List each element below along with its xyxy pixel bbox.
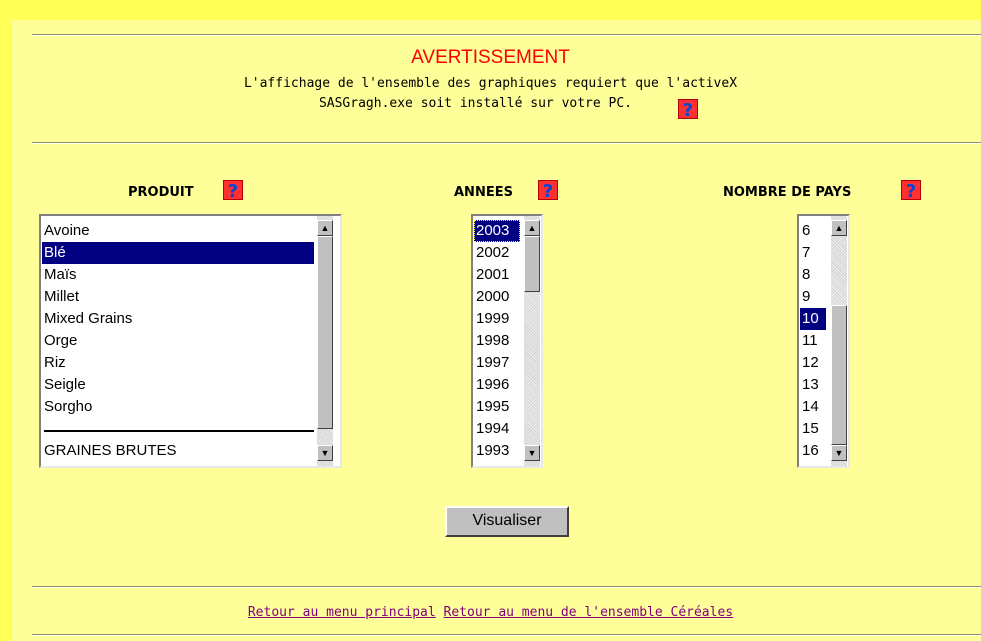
annees-item[interactable]: 2002: [474, 242, 520, 264]
divider-middle: [32, 142, 981, 144]
pays-scrollbar[interactable]: ▲ ▼: [831, 216, 847, 466]
annees-listbox[interactable]: 2003 2002 2001 2000 1999 1998 1997 1996 1995 1994…: [471, 214, 543, 468]
pays-item[interactable]: 15: [800, 418, 826, 440]
help-produit-icon[interactable]: ?: [223, 180, 243, 202]
scroll-up-icon[interactable]: ▲: [524, 220, 540, 236]
produit-separator: [44, 430, 314, 432]
pays-item[interactable]: 9: [800, 286, 826, 308]
annees-scrollbar[interactable]: ▲ ▼: [524, 216, 540, 466]
annees-item[interactable]: 1994: [474, 418, 520, 440]
annees-item[interactable]: 2001: [474, 264, 520, 286]
footer-links: Retour au menu principal Retour au menu …: [0, 604, 981, 622]
annees-item[interactable]: 1993: [474, 440, 520, 462]
annees-label: ANNEES: [454, 185, 513, 200]
pays-listbox[interactable]: 6 7 8 9 10 11 12 13 14 15 16 ▲ ▼: [797, 214, 850, 468]
pays-item[interactable]: 12: [800, 352, 826, 374]
produit-item[interactable]: Millet: [42, 286, 314, 308]
scroll-up-icon[interactable]: ▲: [831, 220, 847, 236]
divider-footer: [32, 634, 981, 636]
warning-title: AVERTISSEMENT: [411, 47, 570, 68]
produit-item[interactable]: Avoine: [42, 220, 314, 242]
produit-label: PRODUIT: [128, 185, 194, 200]
annees-item[interactable]: 1995: [474, 396, 520, 418]
pays-item[interactable]: 7: [800, 242, 826, 264]
warning-line-1: L'affichage de l'ensemble des graphiques…: [243, 76, 738, 91]
produit-item[interactable]: Sorgho: [42, 396, 314, 418]
scroll-down-icon[interactable]: ▼: [524, 445, 540, 461]
scroll-thumb[interactable]: [831, 305, 847, 445]
pays-item[interactable]: 10: [800, 308, 826, 330]
divider-bottom: [32, 586, 981, 588]
visualize-button[interactable]: Visualiser: [445, 506, 569, 537]
annees-item[interactable]: 2003: [474, 220, 520, 242]
pays-item[interactable]: 6: [800, 220, 826, 242]
scroll-up-icon[interactable]: ▲: [317, 220, 333, 236]
pays-item[interactable]: 11: [800, 330, 826, 352]
produit-item[interactable]: Maïs: [42, 264, 314, 286]
pays-item[interactable]: 14: [800, 396, 826, 418]
link-cereals-menu[interactable]: Retour au menu de l'ensemble Céréales: [444, 605, 734, 620]
annees-item[interactable]: 1996: [474, 374, 520, 396]
pays-item[interactable]: 8: [800, 264, 826, 286]
scroll-thumb[interactable]: [524, 236, 540, 292]
link-main-menu[interactable]: Retour au menu principal: [248, 605, 436, 620]
produit-item-graines-brutes[interactable]: GRAINES BRUTES: [42, 440, 177, 462]
scroll-down-icon[interactable]: ▼: [831, 445, 847, 461]
pays-item[interactable]: 16: [800, 440, 826, 462]
scroll-thumb[interactable]: [317, 236, 333, 429]
divider-top: [32, 34, 981, 36]
produit-item[interactable]: Blé: [42, 242, 314, 264]
produit-listbox[interactable]: Avoine Blé Maïs Millet Mixed Grains Orge Riz Se…: [39, 214, 342, 468]
produit-items: Avoine Blé Maïs Millet Mixed Grains Orge Riz Se…: [42, 220, 314, 418]
page: AVERTISSEMENT L'affichage de l'ensemble …: [0, 0, 981, 641]
produit-item[interactable]: Seigle: [42, 374, 314, 396]
help-annees-icon[interactable]: ?: [538, 180, 558, 202]
annees-items: 2003 2002 2001 2000 1999 1998 1997 1996 1995 1994…: [474, 220, 520, 462]
frame-strip-top: [12, 0, 981, 20]
annees-item[interactable]: 1999: [474, 308, 520, 330]
warning-line-2: SASGragh.exe soit installé sur votre PC.: [318, 96, 633, 111]
annees-item[interactable]: 1998: [474, 330, 520, 352]
produit-item[interactable]: Riz: [42, 352, 314, 374]
produit-item[interactable]: Mixed Grains: [42, 308, 314, 330]
annees-item[interactable]: 1997: [474, 352, 520, 374]
produit-scrollbar[interactable]: ▲ ▼: [317, 216, 333, 466]
pays-item[interactable]: 13: [800, 374, 826, 396]
produit-item[interactable]: Orge: [42, 330, 314, 352]
pays-label: NOMBRE DE PAYS: [723, 185, 852, 200]
help-activex-icon[interactable]: ?: [678, 99, 698, 121]
pays-items: 6 7 8 9 10 11 12 13 14 15 16: [800, 220, 826, 462]
annees-item[interactable]: 2000: [474, 286, 520, 308]
scroll-down-icon[interactable]: ▼: [317, 445, 333, 461]
help-pays-icon[interactable]: ?: [901, 180, 921, 202]
